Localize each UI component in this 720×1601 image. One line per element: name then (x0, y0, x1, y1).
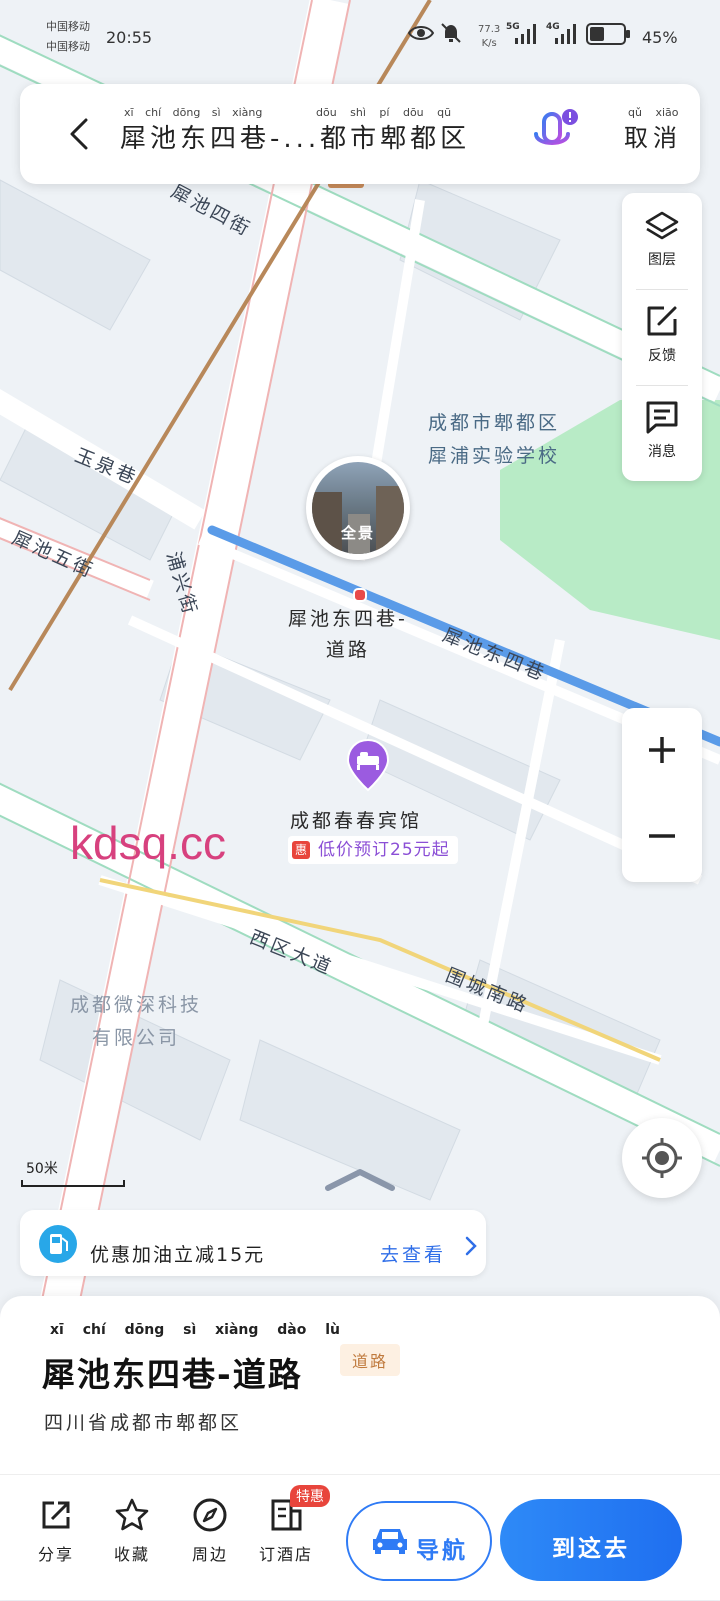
navigate-button[interactable]: 导航 (346, 1501, 492, 1581)
favorite-label: 收藏 (113, 1545, 150, 1564)
hotel-promo-text: 低价预订25元起 (318, 840, 450, 860)
signal-2-icon (555, 24, 576, 44)
nearby-button[interactable]: 周边 (180, 1497, 240, 1565)
hotel-promo[interactable]: 惠 低价预订25元起 (288, 836, 458, 864)
zoom-in-icon[interactable] (644, 732, 680, 768)
feedback-label: 反馈 (648, 348, 676, 364)
car-icon (373, 1529, 407, 1554)
scale-label: 50米 (26, 1161, 58, 1177)
book-hotel-button[interactable]: 订酒店 (256, 1497, 316, 1565)
location-pin-dot (353, 588, 367, 602)
panorama-label: 全景 (340, 524, 375, 542)
search-query-text[interactable]: 犀池东四巷-...都市郫都区 (120, 118, 470, 155)
battery-percentage: 45% (642, 28, 678, 47)
nearby-label: 周边 (191, 1545, 228, 1564)
fuel-promo-link[interactable]: 去查看 (380, 1240, 446, 1267)
share-label: 分享 (37, 1545, 74, 1564)
voice-mic-icon[interactable] (530, 108, 580, 164)
clock: 20:55 (106, 28, 153, 47)
fuel-pump-icon (39, 1225, 77, 1263)
map-tools-panel: 图层 反馈 消息 (622, 193, 702, 481)
poi-school-label: 成都市郫都区 犀浦实验学校 (428, 412, 561, 467)
book-hotel-label: 订酒店 (258, 1545, 313, 1564)
go-here-button[interactable]: 到这去 (500, 1499, 682, 1581)
feedback-icon (647, 306, 677, 336)
special-offer-badge: 特惠 (290, 1485, 330, 1507)
hotel-pin[interactable] (344, 738, 392, 792)
cancel-button[interactable]: 取消 (624, 118, 682, 153)
layers-label: 图层 (648, 252, 676, 268)
locate-icon (642, 1138, 682, 1178)
panorama-button[interactable]: 全景 (306, 456, 410, 560)
carrier-2: 中国移动 (46, 40, 90, 53)
watermark: kdsq.cc (70, 817, 226, 869)
locate-me-button[interactable] (622, 1118, 702, 1198)
zoom-out-icon[interactable] (644, 818, 680, 854)
place-title: 犀池东四巷-道路 (42, 1355, 303, 1394)
place-detail-sheet: xī chí dōng sì xiàng dào lù 犀池东四巷-道路 道路 … (0, 1296, 720, 1600)
fuel-promo-banner[interactable]: 优惠加油立减15元 去查看 (20, 1210, 486, 1276)
signal-1-icon (515, 24, 536, 44)
bell-muted-icon (441, 23, 461, 43)
eye-icon (408, 26, 434, 40)
net-speed: 77.3 K/s (478, 24, 501, 49)
messages-button[interactable]: 消息 (622, 385, 702, 481)
place-type-tag: 道路 (340, 1344, 401, 1376)
promo-gift-icon: 惠 (292, 841, 310, 859)
messages-label: 消息 (648, 444, 676, 460)
status-bar: 中国移动 中国移动 20:55 77.3 K/s 5G 4G 45% (0, 0, 720, 70)
go-here-label: 到这去 (552, 1536, 630, 1562)
search-bar[interactable]: xī chí dōng sì xiàng dōu shì pí dōu qū 犀… (20, 84, 700, 184)
zoom-controls (622, 708, 702, 882)
layers-button[interactable]: 图层 (622, 193, 702, 289)
layers-icon (645, 211, 679, 240)
compass-icon (193, 1498, 227, 1532)
favorite-button[interactable]: 收藏 (102, 1497, 162, 1565)
navigate-label: 导航 (416, 1538, 468, 1564)
carrier-1: 中国移动 (46, 20, 90, 33)
star-icon (115, 1498, 149, 1531)
battery-icon (586, 23, 630, 45)
share-icon (42, 1501, 70, 1529)
place-address: 四川省成都市郫都区 (44, 1412, 243, 1434)
fuel-promo-text: 优惠加油立减15元 (90, 1244, 266, 1266)
message-icon (646, 401, 678, 434)
action-bar: 分享 收藏 周边 订酒店 特惠 导航 到这去 (0, 1474, 720, 1601)
chevron-right-icon (465, 1236, 477, 1256)
place-title-pinyin: xī chí dōng sì xiàng dào lù (50, 1322, 341, 1338)
hotel-label: 成都春春宾馆 (290, 810, 423, 832)
share-button[interactable]: 分享 (26, 1497, 86, 1565)
back-arrow-icon[interactable] (58, 112, 102, 156)
poi-company-label: 成都微深科技 有限公司 (70, 994, 203, 1049)
feedback-button[interactable]: 反馈 (622, 289, 702, 385)
pin-label: 犀池东四巷- 道路 (288, 608, 408, 661)
